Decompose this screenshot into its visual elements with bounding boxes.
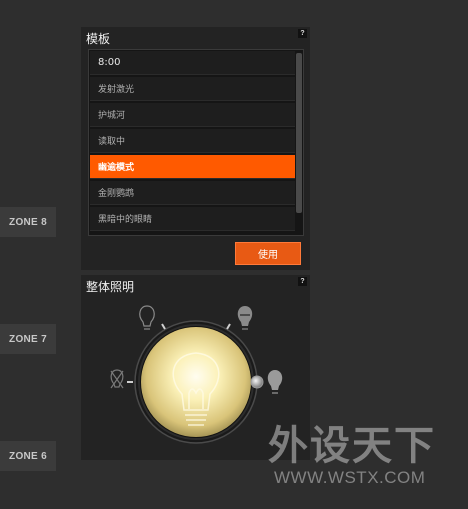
scrollbar[interactable] — [296, 51, 302, 234]
help-icon[interactable]: ? — [298, 29, 307, 38]
bulb-outline-icon — [139, 305, 155, 330]
bulb-bright-icon — [267, 370, 283, 394]
watermark-chinese: 外设天下 — [268, 423, 436, 469]
list-item[interactable]: 护城河 — [90, 103, 295, 127]
list-item-label: 金刚鹦鹉 — [98, 189, 135, 199]
list-item[interactable]: 读取中 — [90, 129, 295, 153]
bulb-dim-icon — [237, 306, 253, 330]
template-list: 8:00 发射激光 护城河 读取中 幽逾模式 金刚鹦鹉 黑暗中的眼睛 — [88, 49, 304, 236]
scrollbar-thumb[interactable] — [296, 53, 302, 213]
list-item-label: 发射激光 — [98, 85, 135, 95]
list-item[interactable]: 8:00 — [90, 51, 295, 75]
watermark: 外设天下 WWW.WSTX.COM — [268, 424, 436, 488]
list-item-label: 黑暗中的眼睛 — [98, 215, 153, 225]
list-item-label: 幽逾模式 — [98, 163, 135, 173]
zone-label: ZONE 8 — [9, 216, 47, 228]
dial-knob[interactable] — [250, 375, 264, 389]
list-item-selected[interactable]: 幽逾模式 — [90, 155, 295, 179]
list-item[interactable]: 黑暗中的眼睛 — [90, 207, 295, 231]
zone-label: ZONE 6 — [9, 450, 47, 462]
dial-tick — [161, 323, 166, 330]
list-item-label: 读取中 — [98, 137, 126, 147]
zone-7-button[interactable]: ZONE 7 — [0, 324, 56, 354]
list-item-label: 护城河 — [98, 111, 126, 121]
watermark-url: WWW.WSTX.COM — [274, 468, 426, 487]
zone-label: ZONE 7 — [9, 333, 47, 345]
zone-8-button[interactable]: ZONE 8 — [0, 207, 56, 237]
list-item-label: 8:00 — [98, 57, 121, 68]
zone-6-button[interactable]: ZONE 6 — [0, 441, 56, 471]
bulb-off-icon — [110, 369, 124, 389]
dial-tick — [226, 323, 231, 330]
panel-title: 模板 — [86, 32, 111, 46]
use-button[interactable]: 使用 — [235, 242, 301, 265]
templates-panel: 模板 ? 8:00 发射激光 护城河 读取中 幽逾模式 金刚鹦鹉 黑暗中的眼睛 … — [81, 27, 310, 270]
list-item[interactable]: 发射激光 — [90, 77, 295, 101]
list-item[interactable]: 金刚鹦鹉 — [90, 181, 295, 205]
